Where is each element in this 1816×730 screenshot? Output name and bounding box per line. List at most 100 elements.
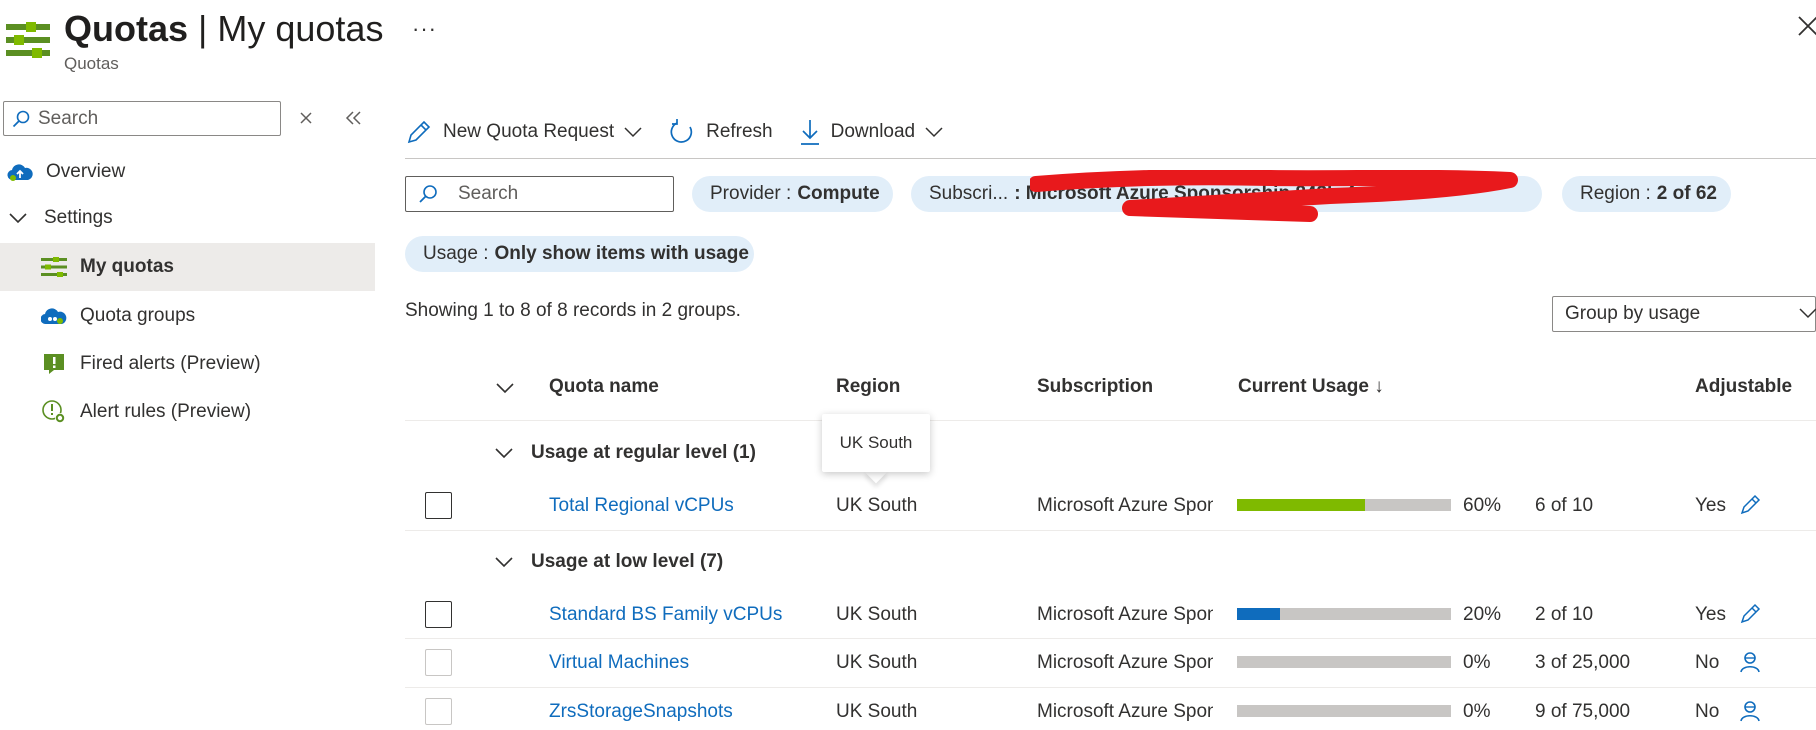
region-cell: UK South [836, 652, 918, 673]
sidebar-item-label: Settings [44, 207, 113, 228]
cloud-group-icon [40, 304, 68, 328]
quota-name-link[interactable]: Total Regional vCPUs [549, 495, 734, 517]
refresh-icon [670, 119, 693, 143]
search-icon [12, 110, 30, 127]
sidebar-item-settings[interactable]: Settings [0, 194, 375, 242]
region-filter-pill[interactable]: Region :2 of 62 [1562, 176, 1731, 212]
sidebar-item-alert-rules[interactable]: Alert rules (Preview) [0, 388, 375, 436]
row-checkbox[interactable] [425, 601, 452, 628]
download-button[interactable]: Download [799, 118, 944, 146]
alert-icon [40, 352, 68, 376]
row-divider [405, 530, 1816, 531]
group-collapse-chevron-icon[interactable] [495, 447, 513, 459]
clear-search-icon[interactable] [296, 108, 316, 128]
usage-bar-fill [1237, 608, 1280, 620]
usage-count: 2 of 10 [1535, 604, 1594, 625]
edit-quota-icon[interactable] [1739, 492, 1763, 516]
sidebar-item-quota-groups[interactable]: Quota groups [0, 292, 375, 340]
usage-count: 3 of 25,000 [1535, 652, 1631, 673]
request-support-icon[interactable] [1739, 699, 1761, 723]
row-checkbox[interactable] [425, 649, 452, 676]
pencil-icon [407, 120, 431, 144]
request-support-icon[interactable] [1739, 650, 1761, 674]
sidebar-item-overview[interactable]: Overview [0, 148, 375, 196]
sidebar-item-fired-alerts[interactable]: Fired alerts (Preview) [0, 340, 375, 388]
alert-rules-icon [40, 400, 68, 424]
region-cell: UK South [836, 495, 918, 516]
expand-all-chevron-icon[interactable] [496, 382, 514, 394]
table-row: ZrsStorageSnapshots UK South Microsoft A… [405, 687, 1816, 730]
usage-percent: 0% [1463, 701, 1491, 722]
quotas-app-icon [6, 22, 50, 58]
chevron-down-icon [925, 127, 943, 138]
column-header-current-usage[interactable]: Current Usage ↓ [1238, 376, 1384, 398]
page-title: Quotas | My quotas [64, 8, 384, 49]
usage-count: 6 of 10 [1535, 495, 1594, 516]
column-header-region[interactable]: Region [836, 376, 900, 398]
quota-list-icon [40, 255, 68, 279]
region-cell: UK South [836, 604, 918, 625]
quota-search-box [405, 176, 674, 212]
sidebar-item-label: Overview [46, 161, 126, 182]
table-row: Total Regional vCPUs UK South Microsoft … [405, 480, 1816, 530]
sidebar-item-label: Fired alerts (Preview) [80, 353, 261, 374]
usage-bar [1237, 608, 1451, 620]
group-header-low: Usage at low level (7) [531, 551, 724, 572]
page-subtitle: Quotas [64, 54, 119, 73]
sidebar-item-label: Quota groups [80, 305, 196, 326]
adjustable-value: Yes [1695, 604, 1726, 625]
quota-name-link[interactable]: Virtual Machines [549, 652, 689, 674]
adjustable-value: No [1695, 701, 1720, 722]
chevron-down-icon [1799, 308, 1816, 319]
new-quota-request-button[interactable]: New Quota Request [405, 118, 642, 146]
chevron-down-icon [8, 206, 28, 230]
column-header-subscription[interactable]: Subscription [1037, 376, 1153, 398]
command-bar: New Quota Request Refresh Download [405, 112, 969, 152]
table-row: Standard BS Family vCPUs UK South Micros… [405, 589, 1816, 639]
header-divider [405, 420, 1816, 421]
download-icon [800, 120, 819, 145]
subscription-cell: Microsoft Azure Sponsorship [1037, 604, 1213, 625]
usage-bar [1237, 656, 1451, 668]
table-row: Virtual Machines UK South Microsoft Azur… [405, 638, 1816, 687]
row-checkbox[interactable] [425, 492, 452, 519]
cloud-upload-icon [6, 160, 34, 184]
subscription-cell: Microsoft Azure Sponsorship [1037, 495, 1213, 516]
close-icon[interactable] [1796, 14, 1816, 38]
edit-quota-icon[interactable] [1739, 601, 1763, 625]
chevron-down-icon [624, 127, 642, 138]
subscription-cell: Microsoft Azure Sponsorship [1037, 652, 1213, 673]
column-header-quota-name[interactable]: Quota name [549, 376, 659, 398]
column-header-adjustable[interactable]: Adjustable [1695, 376, 1792, 398]
usage-filter-pill[interactable]: Usage : Only show items with usage [405, 236, 754, 272]
subscription-cell: Microsoft Azure Sponsorship [1037, 701, 1213, 722]
group-collapse-chevron-icon[interactable] [495, 556, 513, 568]
records-summary: Showing 1 to 8 of 8 records in 2 groups. [405, 300, 741, 321]
usage-percent: 60% [1463, 495, 1502, 516]
usage-count: 9 of 75,000 [1535, 701, 1631, 722]
row-checkbox[interactable] [425, 698, 452, 725]
usage-bar [1237, 705, 1451, 717]
refresh-button[interactable]: Refresh [668, 118, 773, 146]
quota-name-link[interactable]: ZrsStorageSnapshots [549, 701, 733, 723]
search-icon [419, 185, 437, 203]
group-by-dropdown[interactable]: Group by usage [1552, 296, 1816, 332]
quota-name-link[interactable]: Standard BS Family vCPUs [549, 604, 782, 626]
toolbar-divider [405, 158, 1816, 159]
sidebar-item-my-quotas[interactable]: My quotas [0, 243, 375, 291]
group-header-regular: Usage at regular level (1) [531, 442, 756, 463]
collapse-sidebar-icon[interactable] [341, 106, 365, 130]
adjustable-value: Yes [1695, 495, 1726, 516]
usage-bar [1237, 499, 1451, 511]
redaction-scribble [1030, 170, 1518, 222]
sidebar-search-input[interactable] [38, 107, 268, 130]
region-tooltip: UK South [822, 414, 930, 472]
usage-percent: 20% [1463, 604, 1502, 625]
quota-search-input[interactable] [458, 183, 658, 205]
region-cell: UK South [836, 701, 918, 722]
more-options-button[interactable]: ··· [412, 16, 437, 42]
provider-filter-pill[interactable]: Provider : Compute [692, 176, 893, 212]
usage-bar-fill [1237, 499, 1366, 511]
sidebar-item-label: My quotas [80, 256, 174, 277]
usage-percent: 0% [1463, 652, 1491, 673]
